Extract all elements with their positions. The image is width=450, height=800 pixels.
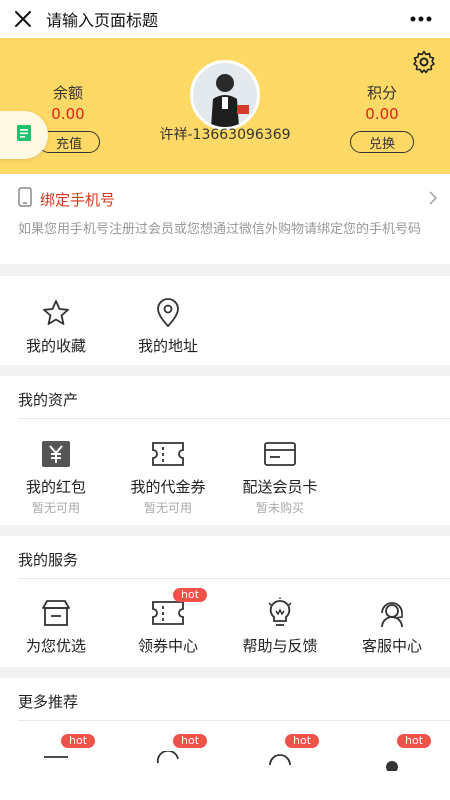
chevron-right-icon (428, 190, 438, 210)
lightbulb-icon (263, 596, 297, 630)
hot-badge: hot (397, 734, 432, 748)
ticket-icon (151, 437, 185, 471)
voucher-label: 我的代金券 (130, 478, 206, 496)
assets-section: 我的资产 我的红包 暂无可用 我的代金券 暂无可用 配送会员卡 暂未购买 (0, 376, 450, 525)
card-icon (263, 437, 297, 471)
recommend-item[interactable]: hot (336, 734, 448, 778)
bind-phone-description: 如果您用手机号注册过会员或您想通过微信外购物请绑定您的手机号码 (18, 222, 422, 237)
red-packet-status: 暂无可用 (31, 501, 80, 515)
store-icon (39, 596, 73, 630)
address-item[interactable]: 我的地址 (112, 296, 224, 356)
hot-badge: hot (285, 734, 320, 748)
favorites-item[interactable]: 我的收藏 (0, 296, 112, 356)
divider (18, 418, 450, 419)
recommend-section: 更多推荐 hot hot hot hot (0, 678, 450, 800)
circle-icon: hot (263, 734, 320, 778)
recommend-item[interactable]: hot (224, 734, 336, 778)
gift-icon: hot (151, 734, 208, 778)
yen-icon (39, 437, 73, 471)
delivery-card-status: 暂未购买 (255, 501, 304, 515)
divider (18, 720, 450, 721)
floating-sheet-button[interactable] (0, 111, 48, 159)
headset-icon (375, 596, 409, 630)
balance-label: 余额 (52, 84, 83, 102)
customer-service-item[interactable]: 客服中心 (336, 596, 448, 656)
points-value: 0.00 (365, 105, 399, 123)
assets-title: 我的资产 (18, 391, 79, 409)
help-feedback-label: 帮助与反馈 (242, 637, 318, 655)
page-title: 请输入页面标题 (46, 11, 159, 30)
top-nav-bar: 请输入页面标题 (0, 0, 450, 38)
recommended-for-you-label: 为您优选 (25, 637, 86, 655)
close-icon[interactable] (4, 0, 42, 38)
voucher-status: 暂无可用 (143, 501, 192, 515)
recommend-title: 更多推荐 (18, 693, 79, 711)
quick-links-section: 我的收藏 我的地址 (0, 276, 450, 365)
phone-icon (18, 187, 32, 211)
red-packet-label: 我的红包 (25, 478, 86, 496)
services-title: 我的服务 (18, 551, 79, 569)
voucher-item[interactable]: 我的代金券 暂无可用 (112, 437, 224, 516)
profile-header: 余额 0.00 充值 许祥-13663096369 积分 0.00 兑换 (0, 38, 450, 174)
coupon-center-label: 领券中心 (137, 637, 198, 655)
coupon-center-item[interactable]: hot 领券中心 (112, 588, 224, 656)
points-stat: 积分 0.00 (342, 82, 422, 123)
hot-badge: hot (173, 588, 208, 602)
bind-phone-title: 绑定手机号 (40, 190, 116, 209)
exchange-button[interactable]: 兑换 (350, 131, 414, 153)
star-icon (39, 296, 73, 330)
coupon-icon: hot (151, 588, 208, 630)
recommend-item[interactable]: hot (0, 734, 112, 778)
recommend-item[interactable]: hot (112, 734, 224, 778)
services-section: 我的服务 为您优选 hot 领券中心 帮助与反馈 客服中心 (0, 536, 450, 667)
gear-icon[interactable] (412, 50, 436, 74)
delivery-card-item[interactable]: 配送会员卡 暂未购买 (224, 437, 336, 516)
points-label: 积分 (366, 84, 397, 102)
hot-badge: hot (61, 734, 96, 748)
user-icon: hot (375, 734, 432, 778)
location-pin-icon (151, 296, 185, 330)
recommended-for-you-item[interactable]: 为您优选 (0, 596, 112, 656)
delivery-card-label: 配送会员卡 (242, 478, 318, 496)
address-label: 我的地址 (137, 337, 198, 355)
more-options-icon[interactable] (406, 8, 436, 30)
bag-icon: hot (39, 734, 96, 778)
help-feedback-item[interactable]: 帮助与反馈 (224, 596, 336, 656)
avatar[interactable] (190, 60, 260, 130)
bind-phone-row: 绑定手机号 (18, 187, 115, 211)
red-packet-item[interactable]: 我的红包 暂无可用 (0, 437, 112, 516)
favorites-label: 我的收藏 (25, 337, 86, 355)
hot-badge: hot (173, 734, 208, 748)
bind-phone-card[interactable]: 绑定手机号 如果您用手机号注册过会员或您想通过微信外购物请绑定您的手机号码 (0, 174, 450, 264)
document-icon (16, 124, 32, 146)
customer-service-label: 客服中心 (361, 637, 422, 655)
divider (18, 578, 450, 579)
